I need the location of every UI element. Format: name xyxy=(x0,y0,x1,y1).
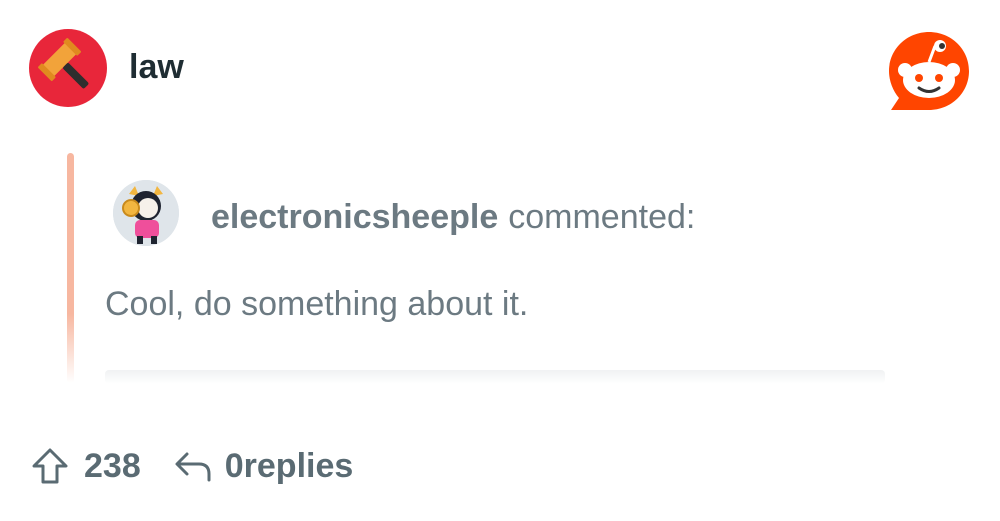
reply-count: 0replies xyxy=(225,449,354,483)
user-avatar[interactable] xyxy=(113,180,179,246)
reddit-logo-icon xyxy=(885,28,973,116)
gavel-icon xyxy=(38,38,89,89)
comment-username[interactable]: electronicsheeple xyxy=(211,198,498,236)
reply-count-label: replies xyxy=(243,447,354,485)
user-avatar-image xyxy=(113,180,179,246)
comment-body: Cool, do something about it. xyxy=(105,285,529,323)
reply-count-number: 0 xyxy=(224,447,244,485)
subreddit-avatar[interactable] xyxy=(29,29,107,107)
upvote-arrow-icon[interactable] xyxy=(30,446,70,486)
comment-action-text: commented: xyxy=(508,198,696,236)
shared-comment-card: law electronicsheeple commented: Cool, d… xyxy=(0,0,1000,521)
subreddit-name[interactable]: law xyxy=(129,50,184,84)
comment-header: electronicsheeple commented: xyxy=(211,200,695,234)
reply-arrow-icon xyxy=(171,446,215,486)
faded-overflow-text xyxy=(105,370,885,384)
quote-bar xyxy=(67,153,74,383)
vote-count: 238 xyxy=(84,447,141,485)
comment-footer: 238 0replies xyxy=(30,444,353,488)
replies-button[interactable]: 0replies xyxy=(171,446,354,486)
